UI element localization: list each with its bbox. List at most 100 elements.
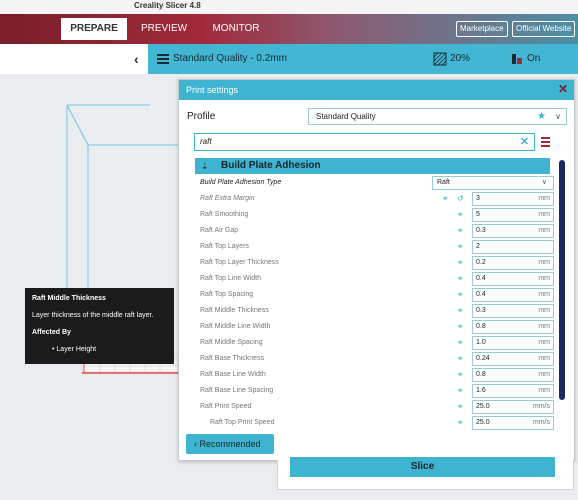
setting-label: Raft Middle Thickness (200, 307, 269, 314)
profile-value: Standard Quality (316, 112, 376, 121)
tab-preview[interactable]: PREVIEW (131, 18, 197, 40)
printer-profile-icon (157, 54, 169, 64)
tooltip-description: Layer thickness of the middle raft layer… (32, 312, 154, 319)
close-icon[interactable]: ✕ (558, 82, 568, 96)
setting-field[interactable]: 5 mm (472, 208, 554, 222)
setting-row: Raft Top Layers ⚭ 2 (195, 239, 555, 255)
tooltip-title: Raft Middle Thickness (32, 295, 106, 302)
tab-monitor[interactable]: MONITOR (203, 18, 269, 40)
slice-panel: Slice (277, 457, 574, 490)
star-icon[interactable]: ★ (537, 109, 546, 124)
setting-label: Raft Air Gap (200, 227, 239, 234)
category-label: Build Plate Adhesion (221, 160, 321, 171)
reset-icon[interactable]: ↺ (457, 194, 464, 204)
setting-field[interactable]: 25.0 mm/s (472, 416, 554, 430)
recommended-label: Recommended (199, 439, 261, 449)
setting-label: Raft Top Layer Thickness (200, 259, 279, 266)
stage-left: ‹ (0, 44, 148, 74)
setting-row: Raft Base Line Width ⚭ 0.8 mm (195, 367, 555, 383)
recommended-button[interactable]: ‹ Recommended (186, 434, 274, 454)
settings-menu-icon[interactable] (541, 137, 550, 147)
setting-value: 1.0 (476, 339, 486, 346)
link-icon[interactable]: ⚭ (457, 290, 464, 300)
setting-value: 0.24 (476, 355, 490, 362)
setting-label: Raft Top Spacing (200, 291, 254, 298)
link-icon[interactable]: ⚭ (457, 402, 464, 412)
chevron-down-icon: ∨ (541, 179, 547, 186)
slice-button[interactable]: Slice (290, 457, 555, 477)
setting-value: 0.3 (476, 307, 486, 314)
setting-field[interactable]: 0.3 mm (472, 224, 554, 238)
setting-field[interactable]: 0.8 mm (472, 368, 554, 382)
setting-label: Raft Middle Spacing (200, 339, 263, 346)
setting-value: 0.3 (476, 227, 486, 234)
tab-prepare[interactable]: PREPARE (61, 18, 127, 40)
setting-value: 25.0 (476, 419, 490, 426)
link-icon[interactable]: ⚭ (457, 210, 464, 220)
category-build-plate-adhesion[interactable]: ⇣ Build Plate Adhesion (195, 158, 550, 174)
link-icon[interactable]: ⚭ (457, 274, 464, 284)
setting-value: 25.0 (476, 403, 490, 410)
marketplace-button[interactable]: Marketplace (456, 21, 508, 37)
link-icon[interactable]: ⚭ (457, 338, 464, 348)
setting-field[interactable]: 3 mm (472, 192, 554, 206)
link-icon[interactable]: ⚭ (457, 306, 464, 316)
setting-row: Raft Middle Thickness ⚭ 0.3 mm (195, 303, 555, 319)
setting-row: Raft Top Line Width ⚭ 0.4 mm (195, 271, 555, 287)
setting-field[interactable]: 0.2 mm (472, 256, 554, 270)
setting-field[interactable]: 1.6 mm (472, 384, 554, 398)
setting-field[interactable]: 0.24 mm (472, 352, 554, 366)
panel-title: Print settings (186, 85, 239, 95)
link-icon[interactable]: ⚭ (442, 194, 449, 204)
window-title: Creality Slicer 4.8 (134, 1, 201, 10)
link-icon[interactable]: ⚭ (457, 418, 464, 428)
setting-unit: mm (538, 211, 550, 218)
support-label: On (527, 53, 541, 64)
adhesion-icon: ⇣ (201, 161, 209, 171)
setting-label: Raft Smoothing (200, 211, 249, 218)
link-icon[interactable]: ⚭ (457, 242, 464, 252)
setting-unit: mm/s (532, 419, 550, 426)
top-nav: PREPARE PREVIEW MONITOR Marketplace Offi… (0, 14, 578, 44)
setting-field[interactable]: 0.8 mm (472, 320, 554, 334)
setting-value: 3 (476, 195, 480, 202)
setting-value: 0.4 (476, 291, 486, 298)
adhesion-type-select[interactable]: Raft ∨ (432, 176, 554, 190)
setting-row: Raft Smoothing ⚭ 5 mm (195, 207, 555, 223)
setting-field[interactable]: 25.0 mm/s (472, 400, 554, 414)
setting-unit: mm (538, 355, 550, 362)
stage-bar: ‹ Standard Quality - 0.2mm 20% On (0, 44, 578, 74)
link-icon[interactable]: ⚭ (457, 322, 464, 332)
official-website-button[interactable]: Official Website (512, 21, 576, 37)
clear-search-icon[interactable]: ✕ (520, 134, 529, 150)
chevron-down-icon: ∨ (555, 112, 561, 121)
print-setup-selector[interactable]: Standard Quality - 0.2mm 20% On (148, 44, 578, 74)
setting-unit: mm (538, 323, 550, 330)
settings-search-input[interactable]: raft ✕ (194, 133, 535, 151)
link-icon[interactable]: ⚭ (457, 258, 464, 268)
setting-field[interactable]: 0.3 mm (472, 304, 554, 318)
setting-field[interactable]: 0.4 mm (472, 272, 554, 286)
setting-value: 1.6 (476, 387, 486, 394)
quality-label: Standard Quality - 0.2mm (173, 53, 287, 64)
setting-unit: mm (538, 387, 550, 394)
setting-field[interactable]: 0.4 mm (472, 288, 554, 302)
profile-label: Profile (187, 111, 216, 122)
link-icon[interactable]: ⚭ (457, 226, 464, 236)
setting-unit: mm/s (532, 403, 550, 410)
setting-label: Raft Top Print Speed (210, 419, 275, 426)
setting-tooltip: Raft Middle Thickness Layer thickness of… (25, 288, 174, 364)
profile-select[interactable]: Standard Quality ★ ∨ (308, 108, 567, 125)
link-icon[interactable]: ⚭ (457, 354, 464, 364)
setting-row: Raft Middle Spacing ⚭ 1.0 mm (195, 335, 555, 351)
setting-field[interactable]: 2 (472, 240, 554, 254)
setting-unit: mm (538, 339, 550, 346)
setting-label: Raft Base Line Width (200, 371, 266, 378)
setting-row: Raft Base Thickness ⚭ 0.24 mm (195, 351, 555, 367)
settings-scrollbar[interactable] (559, 160, 565, 400)
link-icon[interactable]: ⚭ (457, 370, 464, 380)
chevron-left-icon[interactable]: ‹ (134, 51, 139, 67)
setting-value: 0.4 (476, 275, 486, 282)
link-icon[interactable]: ⚭ (457, 386, 464, 396)
setting-field[interactable]: 1.0 mm (472, 336, 554, 350)
